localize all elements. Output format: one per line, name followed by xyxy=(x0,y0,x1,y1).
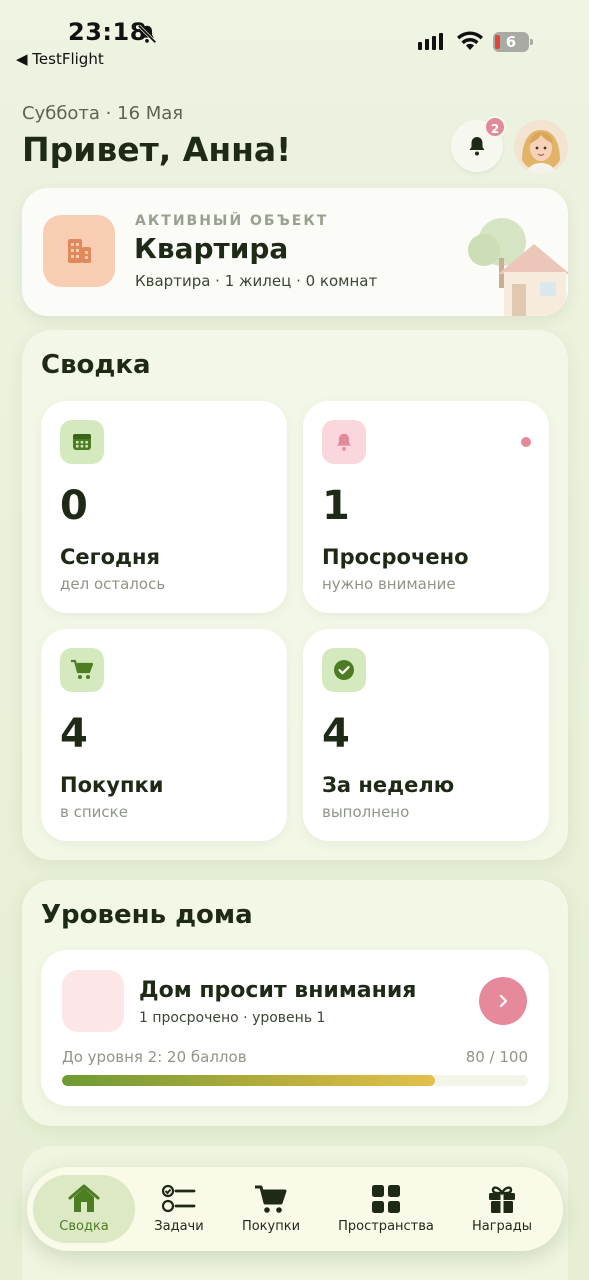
tab-label: Покупки xyxy=(241,1219,301,1234)
bell-icon xyxy=(322,420,366,464)
cart-icon xyxy=(255,1185,287,1213)
stat-label: Просрочено xyxy=(322,545,469,569)
tasks-icon xyxy=(161,1184,196,1213)
tab-rewards[interactable]: Награды xyxy=(461,1175,543,1243)
stat-label: За неделю xyxy=(322,773,455,797)
stat-number: 0 xyxy=(60,483,88,529)
stat-sublabel: выполнено xyxy=(322,803,410,821)
tab-spaces[interactable]: Пространства xyxy=(333,1175,439,1243)
home-icon xyxy=(68,1184,100,1212)
tab-summary[interactable]: Сводка xyxy=(33,1175,135,1243)
bell-off-icon xyxy=(137,24,157,44)
grid-icon xyxy=(372,1185,400,1213)
home-level-section: Уровень дома Дом просит внимания 1 проср… xyxy=(22,880,568,1126)
stat-label: Покупки xyxy=(60,773,164,797)
tab-label: Награды xyxy=(471,1219,533,1234)
active-object-card[interactable]: АКТИВНЫЙ ОБЪЕКТ Квартира Квартира · 1 жи… xyxy=(22,188,568,316)
calendar-icon xyxy=(60,420,104,464)
open-level-button[interactable] xyxy=(479,977,527,1025)
stat-card-purchases[interactable]: 4 Покупки в списке xyxy=(41,629,287,841)
cart-icon xyxy=(60,648,104,692)
house-illustration xyxy=(468,218,568,316)
tab-label: Сводка xyxy=(59,1219,109,1234)
stat-card-today[interactable]: 0 Сегодня дел осталось xyxy=(41,401,287,613)
stat-sublabel: в списке xyxy=(60,803,128,821)
level-progress-bar xyxy=(62,1075,528,1086)
home-level-title: Уровень дома xyxy=(41,900,253,930)
tab-purchases[interactable]: Покупки xyxy=(231,1175,311,1243)
back-to-testflight[interactable]: ◀ TestFlight xyxy=(16,50,104,68)
bell-icon xyxy=(469,137,485,156)
greeting-title: Привет, Анна! xyxy=(22,130,292,169)
battery-icon: 6 xyxy=(493,32,533,52)
home-level-card-subtitle: 1 просрочено · уровень 1 xyxy=(139,1010,326,1026)
status-bar: 23:18 ◀ TestFlight 6 xyxy=(0,0,589,80)
building-icon xyxy=(43,215,115,287)
next-level-label: До уровня 2: 20 баллов xyxy=(62,1048,247,1066)
stat-number: 4 xyxy=(60,711,88,757)
notification-badge: 2 xyxy=(484,116,506,138)
home-level-card-title: Дом просит внимания xyxy=(139,978,417,1003)
wifi-icon xyxy=(457,31,483,50)
points-label: 80 / 100 xyxy=(465,1048,528,1066)
stat-number: 4 xyxy=(322,711,350,757)
summary-title: Сводка xyxy=(41,350,151,380)
summary-section: Сводка 0 Сегодня дел осталось 1 Просроче… xyxy=(22,330,568,860)
home-status-icon xyxy=(62,970,124,1032)
date-label: Суббота · 16 Мая xyxy=(22,103,184,124)
active-object-title: Квартира xyxy=(134,232,289,265)
signal-icon xyxy=(418,33,443,50)
tab-label: Пространства xyxy=(338,1219,434,1234)
check-icon xyxy=(322,648,366,692)
stat-sublabel: нужно внимание xyxy=(322,575,456,593)
home-level-card[interactable]: Дом просит внимания 1 просрочено · урове… xyxy=(41,950,549,1106)
gift-icon xyxy=(489,1186,515,1213)
active-object-caption: АКТИВНЫЙ ОБЪЕКТ xyxy=(135,213,329,229)
active-object-subtitle: Квартира · 1 жилец · 0 комнат xyxy=(135,272,378,290)
chevron-right-icon xyxy=(499,994,508,1008)
tab-tasks[interactable]: Задачи xyxy=(139,1175,219,1243)
stat-card-overdue[interactable]: 1 Просрочено нужно внимание xyxy=(303,401,549,613)
stat-number: 1 xyxy=(322,483,350,529)
tab-label: Задачи xyxy=(154,1219,204,1234)
stat-sublabel: дел осталось xyxy=(60,575,166,593)
avatar[interactable] xyxy=(514,120,568,174)
user-avatar-icon xyxy=(514,120,568,174)
tab-bar: Сводка Задачи Покупки Пространства Награ… xyxy=(27,1167,563,1251)
stat-card-week[interactable]: 4 За неделю выполнено xyxy=(303,629,549,841)
level-progress-fill xyxy=(62,1075,435,1086)
stat-label: Сегодня xyxy=(60,545,161,569)
alert-dot xyxy=(521,437,531,447)
